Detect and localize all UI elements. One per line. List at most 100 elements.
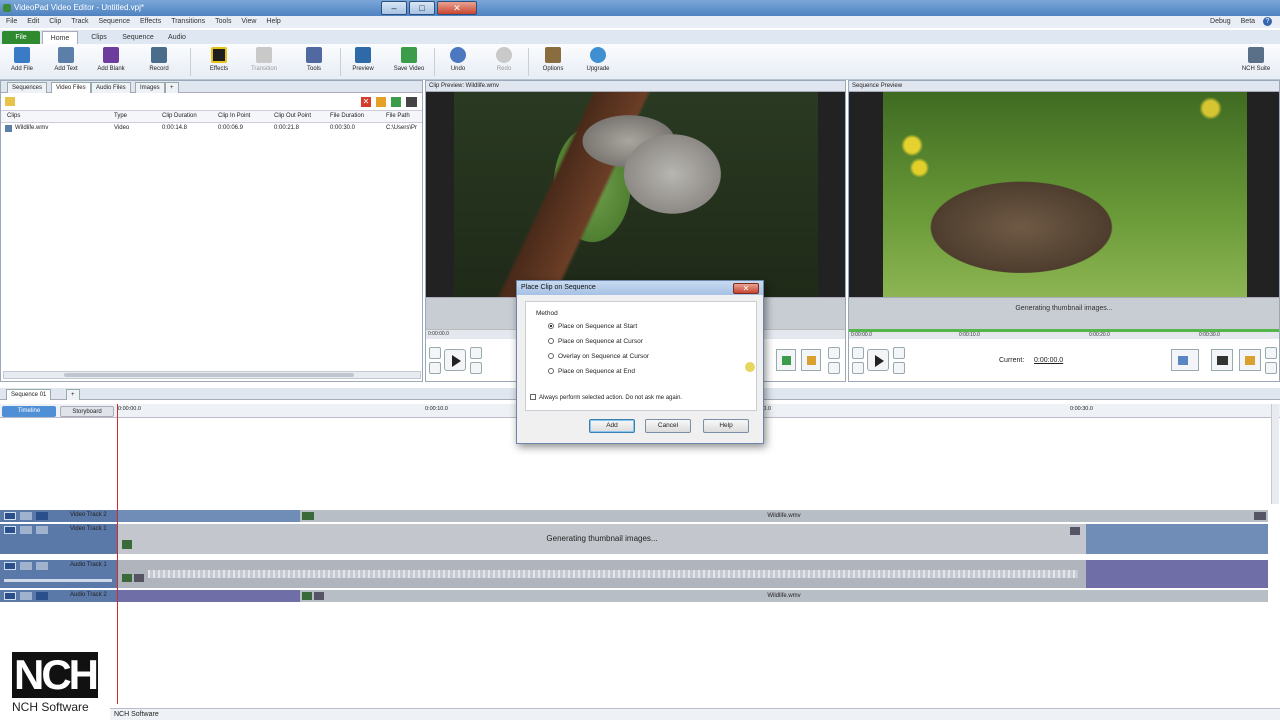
next-frame-button[interactable] bbox=[470, 347, 482, 359]
tools-button[interactable]: Tools bbox=[294, 46, 334, 78]
menu-sequence[interactable]: Sequence bbox=[98, 18, 130, 25]
seq-forward-button[interactable] bbox=[893, 362, 905, 374]
col-clips[interactable]: Clips bbox=[7, 111, 20, 121]
track-header-video-1[interactable]: Video Track 1 bbox=[0, 524, 118, 554]
menu-beta[interactable]: Beta bbox=[1241, 18, 1255, 25]
grid-view-icon[interactable] bbox=[406, 97, 417, 107]
col-type[interactable]: Type bbox=[114, 111, 127, 121]
lock-icon[interactable] bbox=[20, 562, 32, 570]
seq-prev-frame-button[interactable] bbox=[852, 347, 864, 359]
table-row[interactable]: Wildlife.wmv Video 0:00:14.8 0:00:06.9 0… bbox=[1, 123, 422, 134]
minimize-button[interactable]: – bbox=[381, 1, 407, 15]
help-icon[interactable]: ? bbox=[1263, 17, 1272, 26]
menu-view[interactable]: View bbox=[241, 18, 256, 25]
col-clip-out[interactable]: Clip Out Point bbox=[274, 111, 311, 121]
upgrade-button[interactable]: Upgrade bbox=[578, 46, 618, 78]
audio-track-2-clip[interactable]: Wildlife.wmv bbox=[300, 590, 1268, 602]
seq-next-frame-button[interactable] bbox=[893, 347, 905, 359]
sequence-scrubber[interactable]: 0:00:00.0 0:00:10.0 0:00:20.0 0:00:30.0 bbox=[849, 329, 1279, 339]
menu-clip[interactable]: Clip bbox=[49, 18, 61, 25]
forward-button[interactable] bbox=[470, 362, 482, 374]
transition-button[interactable]: Transition bbox=[244, 46, 284, 78]
playhead[interactable] bbox=[117, 404, 118, 704]
place-on-sequence-button[interactable] bbox=[776, 349, 796, 371]
seq-play-button[interactable] bbox=[867, 349, 889, 371]
seq-zoom-in-button[interactable] bbox=[1265, 347, 1277, 359]
tab-home[interactable]: Home bbox=[42, 31, 78, 44]
save-video-button[interactable]: Save Video bbox=[389, 46, 429, 78]
clip-tool-button[interactable] bbox=[801, 349, 821, 371]
tab-video-files[interactable]: Video Files bbox=[51, 82, 91, 93]
close-window-button[interactable]: ✕ bbox=[437, 1, 477, 15]
delete-icon[interactable]: ✕ bbox=[361, 97, 371, 107]
track-option-icon[interactable] bbox=[36, 512, 48, 520]
menu-tools[interactable]: Tools bbox=[215, 18, 231, 25]
effects-button[interactable]: Effects bbox=[199, 46, 239, 78]
redo-button[interactable]: Redo bbox=[484, 46, 524, 78]
speaker-icon[interactable] bbox=[4, 592, 16, 600]
rewind-button[interactable] bbox=[429, 362, 441, 374]
tab-clips[interactable]: Clips bbox=[84, 31, 114, 44]
track-header-audio-1[interactable]: Audio Track 1 bbox=[0, 560, 118, 588]
add-blank-button[interactable]: Add Blank bbox=[91, 46, 131, 78]
fullscreen-button[interactable] bbox=[1171, 349, 1199, 371]
col-clip-duration[interactable]: Clip Duration bbox=[162, 111, 197, 121]
current-time-value[interactable]: 0:00:00.0 bbox=[1034, 357, 1063, 364]
tab-file[interactable]: File bbox=[2, 31, 40, 44]
col-file-path[interactable]: File Path bbox=[386, 111, 410, 121]
video-track-1-clip[interactable]: Generating thumbnail images... bbox=[118, 524, 1086, 554]
menu-edit[interactable]: Edit bbox=[27, 18, 39, 25]
menu-track[interactable]: Track bbox=[71, 18, 88, 25]
timeline-vertical-scrollbar[interactable] bbox=[1271, 404, 1279, 504]
tab-audio[interactable]: Audio bbox=[162, 31, 192, 44]
cancel-button[interactable]: Cancel bbox=[645, 419, 691, 433]
track-option-icon[interactable] bbox=[36, 592, 48, 600]
preview-button[interactable]: Preview bbox=[343, 46, 383, 78]
track-header-video-2[interactable]: Video Track 2 bbox=[0, 510, 118, 522]
menu-effects[interactable]: Effects bbox=[140, 18, 161, 25]
seq-zoom-out-button[interactable] bbox=[1265, 362, 1277, 374]
track-option-icon[interactable] bbox=[36, 562, 48, 570]
menu-file[interactable]: File bbox=[6, 18, 17, 25]
menu-help[interactable]: Help bbox=[266, 18, 280, 25]
option-end-radio[interactable]: Place on Sequence at End bbox=[548, 368, 635, 376]
snapshot-button[interactable] bbox=[1211, 349, 1233, 371]
dont-ask-checkbox[interactable]: Always perform selected action. Do not a… bbox=[530, 394, 682, 402]
col-file-duration[interactable]: File Duration bbox=[330, 111, 364, 121]
tab-add-sequence[interactable]: + bbox=[66, 389, 80, 400]
menu-transitions[interactable]: Transitions bbox=[171, 18, 205, 25]
down-arrow-icon[interactable] bbox=[391, 97, 401, 107]
option-cursor-radio[interactable]: Place on Sequence at Cursor bbox=[548, 338, 643, 346]
add-file-button[interactable]: Add File bbox=[2, 46, 42, 78]
tab-sequence[interactable]: Sequence bbox=[118, 31, 158, 44]
storyboard-tab[interactable]: Storyboard bbox=[60, 406, 114, 417]
tab-sequences[interactable]: Sequences bbox=[7, 82, 48, 93]
option-start-radio[interactable]: Place on Sequence at Start bbox=[548, 323, 637, 331]
add-text-button[interactable]: Add Text bbox=[46, 46, 86, 78]
tab-sequence-01[interactable]: Sequence 01 bbox=[6, 389, 52, 400]
lock-icon[interactable] bbox=[20, 526, 32, 534]
options-button[interactable]: Options bbox=[533, 46, 573, 78]
horizontal-scrollbar[interactable] bbox=[3, 371, 421, 379]
seq-rewind-button[interactable] bbox=[852, 362, 864, 374]
volume-slider[interactable] bbox=[4, 579, 112, 582]
audio-track-1-clip[interactable] bbox=[118, 560, 1086, 588]
col-clip-in[interactable]: Clip In Point bbox=[218, 111, 250, 121]
tab-add[interactable]: + bbox=[165, 82, 179, 93]
clip-preview-video[interactable] bbox=[426, 92, 845, 297]
track-header-audio-2[interactable]: Audio Track 2 bbox=[0, 590, 118, 602]
tab-images[interactable]: Images bbox=[135, 82, 165, 93]
video-track-2-clip[interactable]: Wildlife.wmv bbox=[300, 510, 1268, 522]
maximize-button[interactable]: □ bbox=[409, 1, 435, 15]
zoom-out-button[interactable] bbox=[828, 362, 840, 374]
speaker-icon[interactable] bbox=[4, 562, 16, 570]
lock-icon[interactable] bbox=[20, 592, 32, 600]
track-option-icon[interactable] bbox=[36, 526, 48, 534]
nch-suite-button[interactable]: NCH Suite bbox=[1236, 46, 1276, 78]
import-icon[interactable] bbox=[376, 97, 386, 107]
prev-frame-button[interactable] bbox=[429, 347, 441, 359]
sequence-preview-video[interactable] bbox=[849, 92, 1279, 297]
tab-audio-files[interactable]: Audio Files bbox=[91, 82, 131, 93]
folder-icon[interactable] bbox=[5, 97, 15, 106]
zoom-in-button[interactable] bbox=[828, 347, 840, 359]
